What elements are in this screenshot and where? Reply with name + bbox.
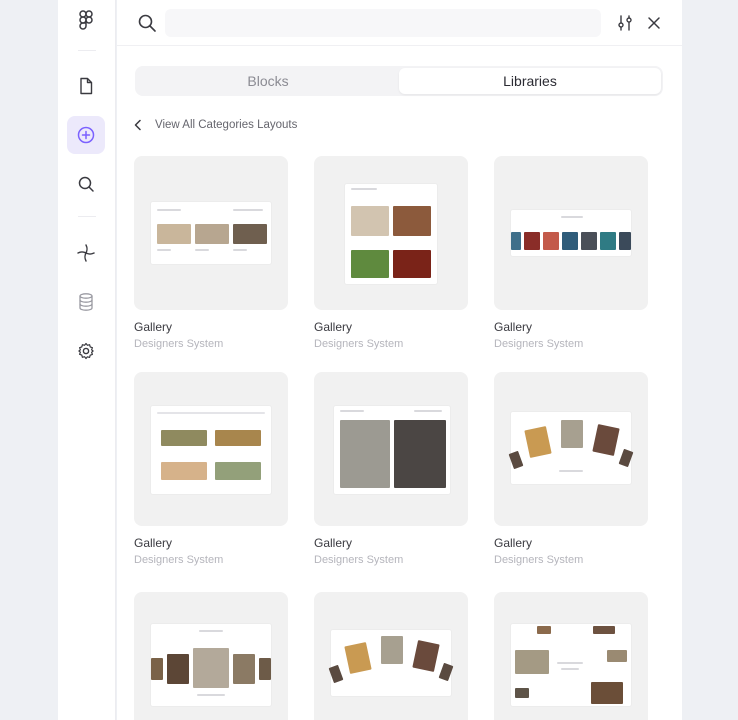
gallery-card[interactable]: Gallery Designers System xyxy=(314,156,470,350)
layout-preview xyxy=(511,210,631,256)
card-thumbnail[interactable] xyxy=(314,372,468,526)
sidebar-rail xyxy=(58,0,116,720)
gallery-card[interactable] xyxy=(494,592,650,720)
card-thumbnail[interactable] xyxy=(494,156,648,310)
page-background xyxy=(682,0,738,720)
layout-preview xyxy=(511,624,631,706)
layout-preview xyxy=(151,406,271,494)
card-title: Gallery xyxy=(314,320,353,334)
gear-icon[interactable] xyxy=(67,332,105,370)
rail-divider xyxy=(78,50,96,51)
card-thumbnail[interactable] xyxy=(494,592,648,720)
card-thumbnail[interactable] xyxy=(314,156,468,310)
card-thumbnail[interactable] xyxy=(134,156,288,310)
card-subtitle: Designers System xyxy=(314,554,404,566)
card-subtitle: Designers System xyxy=(314,338,404,350)
layout-preview xyxy=(334,406,450,494)
card-subtitle: Designers System xyxy=(134,554,224,566)
rail-search-icon[interactable] xyxy=(67,165,105,203)
figma-logo-icon[interactable] xyxy=(67,2,105,40)
plus-circle-icon[interactable] xyxy=(67,116,105,154)
card-title: Gallery xyxy=(134,320,173,334)
layout-preview xyxy=(151,202,271,264)
card-thumbnail[interactable] xyxy=(134,372,288,526)
card-subtitle: Designers System xyxy=(134,338,224,350)
card-title: Gallery xyxy=(314,536,353,550)
gallery-card[interactable]: Gallery Designers System xyxy=(134,156,290,350)
card-thumbnail[interactable] xyxy=(134,592,288,720)
card-subtitle: Designers System xyxy=(494,554,584,566)
layout-preview xyxy=(345,184,437,284)
card-title: Gallery xyxy=(494,320,533,334)
card-thumbnail[interactable] xyxy=(314,592,468,720)
layout-preview xyxy=(151,624,271,706)
gallery-card[interactable]: Gallery Designers System xyxy=(494,372,650,566)
rail-divider xyxy=(78,216,96,217)
gallery-card[interactable] xyxy=(314,592,470,720)
layout-grid: Gallery Designers System Gallery Designe… xyxy=(117,0,682,720)
gallery-card[interactable]: Gallery Designers System xyxy=(134,372,290,566)
plugin-icon[interactable] xyxy=(67,234,105,272)
card-thumbnail[interactable] xyxy=(494,372,648,526)
file-icon[interactable] xyxy=(67,67,105,105)
layout-preview xyxy=(508,412,634,484)
card-title: Gallery xyxy=(134,536,173,550)
library-panel: Blocks Libraries View All Categories Lay… xyxy=(117,0,682,720)
card-subtitle: Designers System xyxy=(494,338,584,350)
layout-preview xyxy=(328,630,454,696)
gallery-card[interactable]: Gallery Designers System xyxy=(314,372,470,566)
gallery-card[interactable] xyxy=(134,592,290,720)
card-title: Gallery xyxy=(494,536,533,550)
gallery-card[interactable]: Gallery Designers System xyxy=(494,156,650,350)
database-icon[interactable] xyxy=(67,283,105,321)
